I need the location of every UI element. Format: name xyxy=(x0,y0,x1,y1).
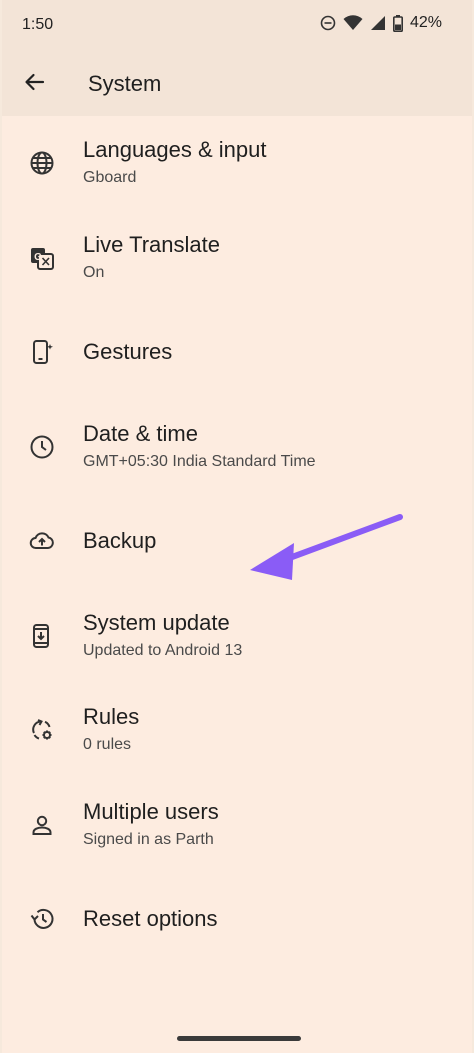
setting-subtitle: Gboard xyxy=(83,169,137,187)
setting-title: System update xyxy=(83,609,230,635)
cloud-upload-icon xyxy=(28,527,56,555)
setting-subtitle: Signed in as Parth xyxy=(83,830,214,848)
battery-icon xyxy=(392,14,403,32)
person-icon xyxy=(28,811,56,839)
rules-icon xyxy=(28,716,56,744)
setting-rules[interactable]: Rules 0 rules xyxy=(2,683,472,778)
status-time: 1:50 xyxy=(22,16,54,33)
app-bar: System xyxy=(2,52,472,116)
setting-subtitle: On xyxy=(83,263,105,281)
setting-date-time[interactable]: Date & time GMT+05:30 India Standard Tim… xyxy=(2,400,472,495)
setting-title: Rules xyxy=(83,704,140,730)
system-update-icon xyxy=(28,622,56,650)
setting-title: Languages & input xyxy=(83,137,267,163)
setting-reset-options[interactable]: Reset options xyxy=(2,872,472,967)
wifi-icon xyxy=(343,15,363,31)
gestures-phone-icon xyxy=(28,338,56,366)
setting-languages-input[interactable]: Languages & input Gboard xyxy=(2,116,472,211)
setting-backup[interactable]: Backup xyxy=(2,494,472,589)
arrow-back-icon xyxy=(23,71,45,98)
do-not-disturb-icon xyxy=(320,15,336,31)
battery-percent: 42% xyxy=(409,14,442,31)
setting-title: Live Translate xyxy=(83,231,220,257)
setting-multiple-users[interactable]: Multiple users Signed in as Parth xyxy=(2,778,472,873)
setting-title: Reset options xyxy=(83,906,218,932)
setting-subtitle: 0 rules xyxy=(83,736,132,754)
setting-title: Multiple users xyxy=(83,798,219,824)
setting-live-translate[interactable]: G Live Translate On xyxy=(2,211,472,306)
translate-icon: G xyxy=(28,244,56,272)
setting-subtitle: Updated to Android 13 xyxy=(83,641,243,659)
setting-title: Gestures xyxy=(83,339,173,365)
home-indicator[interactable] xyxy=(177,1036,301,1041)
back-button[interactable] xyxy=(16,66,52,102)
setting-title: Date & time xyxy=(83,420,198,446)
signal-icon xyxy=(370,15,386,31)
status-bar: 1:50 42% xyxy=(2,0,472,52)
globe-icon xyxy=(28,149,56,177)
history-icon xyxy=(28,905,56,933)
clock-icon xyxy=(28,433,56,461)
setting-title: Backup xyxy=(83,528,157,554)
page-title: System xyxy=(88,71,162,96)
setting-gestures[interactable]: Gestures xyxy=(2,305,472,400)
setting-subtitle: GMT+05:30 India Standard Time xyxy=(83,452,316,470)
status-icons: 42% xyxy=(320,14,442,32)
setting-system-update[interactable]: System update Updated to Android 13 xyxy=(2,589,472,684)
settings-screen: 1:50 42% System Languages & input Gboard… xyxy=(2,0,472,1053)
svg-text:G: G xyxy=(34,252,42,263)
settings-list: Languages & input Gboard G Live Translat… xyxy=(2,116,472,967)
